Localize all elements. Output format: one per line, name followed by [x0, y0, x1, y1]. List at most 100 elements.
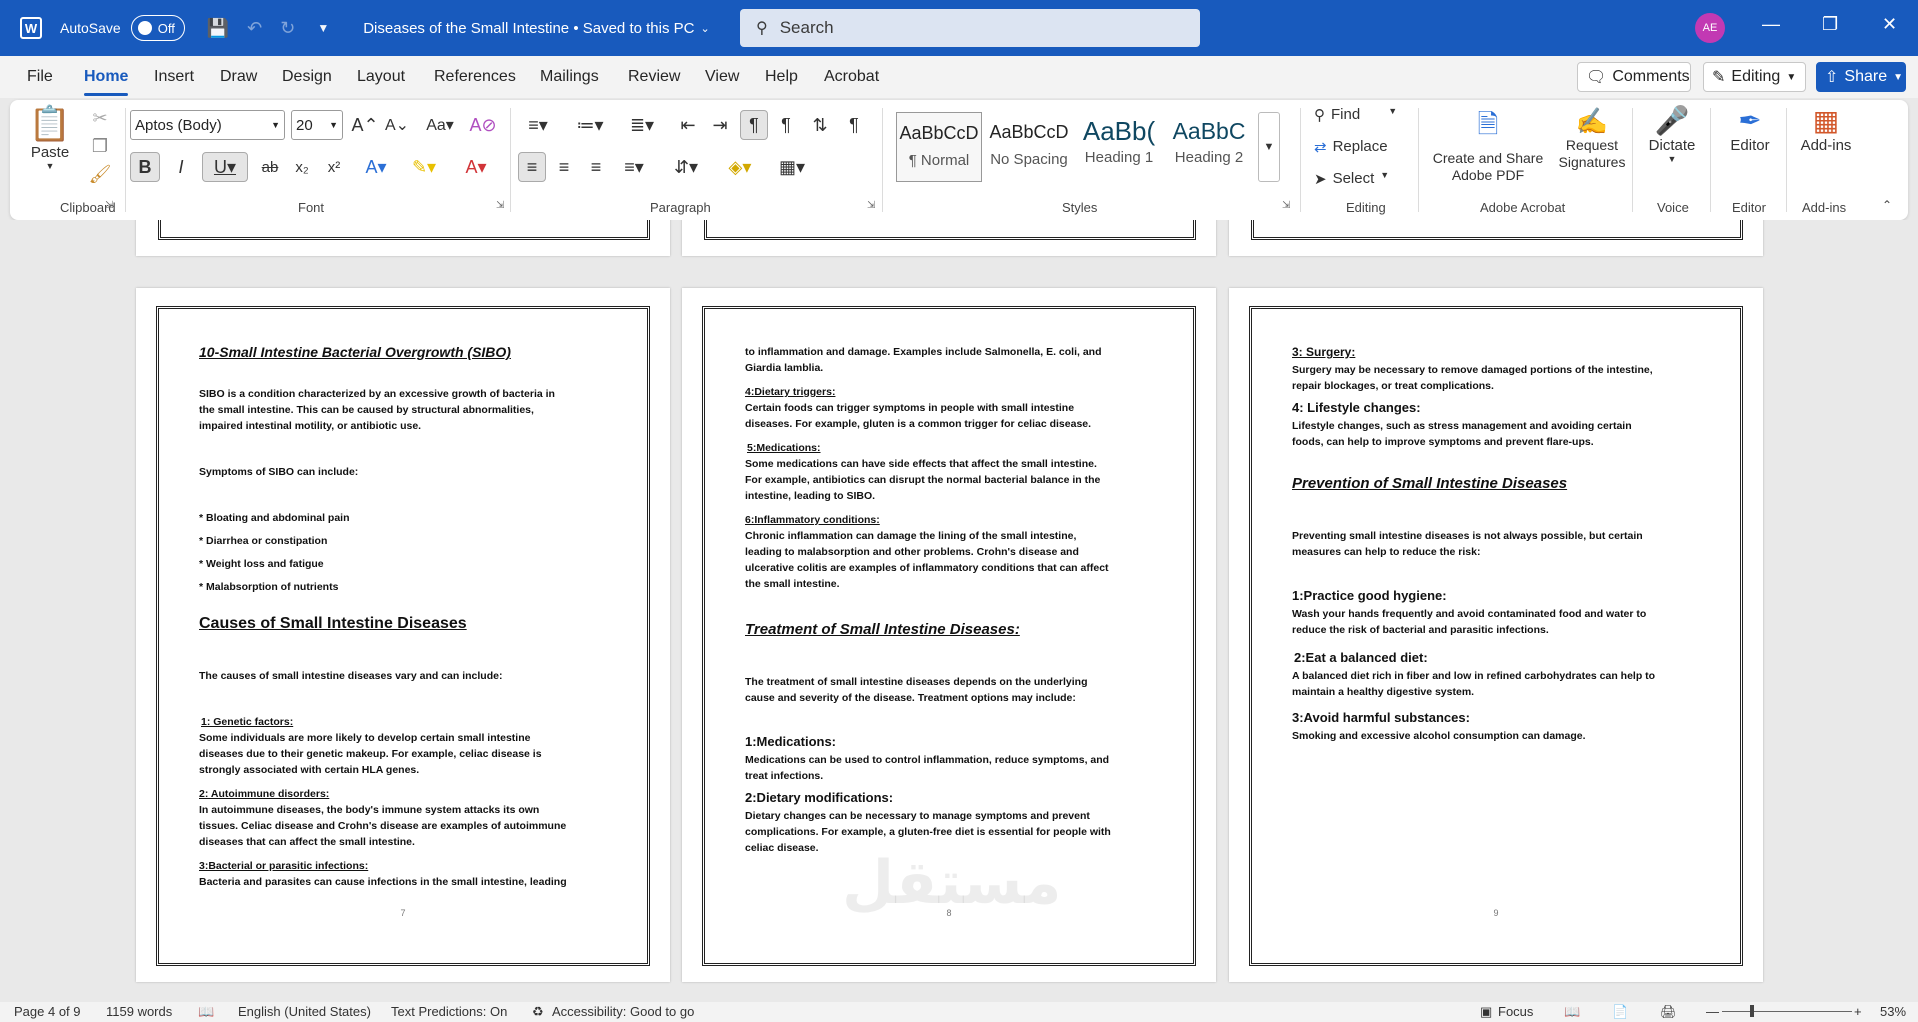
- style-heading-2[interactable]: AaBbC Heading 2: [1166, 112, 1252, 182]
- page-5-tail: 5: [682, 220, 1216, 256]
- zoom-slider-thumb[interactable]: [1750, 1005, 1754, 1017]
- grow-font-icon[interactable]: A⌃: [351, 110, 378, 140]
- tab-design[interactable]: Design: [282, 68, 332, 86]
- numbering-icon[interactable]: ≔▾: [570, 110, 610, 140]
- editor-button[interactable]: ✒ Editor: [1720, 104, 1780, 154]
- tab-mailings[interactable]: Mailings: [540, 68, 599, 86]
- line-spacing-icon[interactable]: ⇵▾: [666, 152, 706, 182]
- justify-icon[interactable]: ≡▾: [614, 152, 654, 182]
- bold-icon[interactable]: B: [130, 152, 160, 182]
- style-normal[interactable]: AaBbCcD ¶ Normal: [896, 112, 982, 182]
- accessibility-status[interactable]: Accessibility: Good to go: [552, 1004, 694, 1019]
- dialog-launcher-icon[interactable]: ⇲: [867, 200, 875, 211]
- word-count[interactable]: 1159 words: [106, 1004, 172, 1019]
- zoom-slider[interactable]: [1722, 1011, 1852, 1012]
- text-predictions[interactable]: Text Predictions: On: [391, 1004, 507, 1019]
- tab-layout[interactable]: Layout: [357, 68, 405, 86]
- tab-home[interactable]: Home: [84, 68, 129, 96]
- font-name-select[interactable]: Aptos (Body) ▼: [130, 110, 285, 140]
- superscript-icon[interactable]: x²: [320, 152, 348, 182]
- tab-file[interactable]: File: [27, 68, 53, 86]
- customize-toolbar-icon[interactable]: ▼: [317, 21, 329, 35]
- format-painter-icon[interactable]: 🖌: [88, 162, 112, 186]
- page-4-tail: 4: [136, 220, 670, 256]
- shrink-font-icon[interactable]: A⌄: [384, 110, 410, 140]
- bullets-icon[interactable]: ≡▾: [518, 110, 558, 140]
- tab-insert[interactable]: Insert: [154, 68, 194, 86]
- replace-button[interactable]: ⇄ Replace: [1314, 138, 1388, 156]
- minimize-icon[interactable]: —: [1762, 14, 1780, 35]
- proofing-icon[interactable]: 📖: [198, 1004, 214, 1020]
- clear-formatting-icon[interactable]: A⊘: [468, 110, 498, 140]
- rtl-icon[interactable]: ¶: [772, 110, 800, 140]
- highlight-icon[interactable]: ✎▾: [404, 152, 444, 182]
- styles-gallery-more-icon[interactable]: ▼: [1258, 112, 1280, 182]
- dialog-launcher-icon[interactable]: ⇲: [1282, 200, 1290, 211]
- create-share-pdf-button[interactable]: 🗎 Create and Share Adobe PDF: [1428, 106, 1548, 184]
- shading-icon[interactable]: ◈▾: [720, 152, 760, 182]
- tab-draw[interactable]: Draw: [220, 68, 257, 86]
- copy-icon[interactable]: ❐: [88, 134, 112, 158]
- document-canvas[interactable]: 4 5 6 10-Small Intestine Bacterial Overg…: [0, 220, 1918, 1002]
- italic-icon[interactable]: I: [166, 152, 196, 182]
- dialog-launcher-icon[interactable]: ⇲: [105, 200, 113, 211]
- collapse-ribbon-icon[interactable]: ⌃: [1882, 198, 1892, 212]
- borders-icon[interactable]: ▦▾: [772, 152, 812, 182]
- editing-mode-button[interactable]: ✎ Editing ▼: [1703, 62, 1806, 92]
- style-no-spacing[interactable]: AaBbCcD No Spacing: [986, 112, 1072, 182]
- page-indicator[interactable]: Page 4 of 9: [14, 1004, 81, 1019]
- redo-icon[interactable]: ↻: [280, 18, 295, 39]
- autosave-toggle[interactable]: Off: [130, 15, 185, 41]
- divider: [882, 108, 883, 212]
- decrease-indent-icon[interactable]: ⇤: [674, 110, 702, 140]
- search-box[interactable]: ⚲ Search: [740, 9, 1200, 47]
- zoom-in-icon[interactable]: +: [1854, 1004, 1862, 1019]
- read-mode-icon[interactable]: 📖: [1564, 1004, 1580, 1020]
- tab-help[interactable]: Help: [765, 68, 798, 86]
- tab-review[interactable]: Review: [628, 68, 680, 86]
- paste-button[interactable]: 📋 Paste ▼: [26, 104, 74, 171]
- strikethrough-icon[interactable]: ab: [256, 152, 284, 182]
- dictate-button[interactable]: 🎤 Dictate ▼: [1642, 104, 1702, 164]
- style-heading-1[interactable]: AaBb( Heading 1: [1076, 112, 1162, 182]
- underline-icon[interactable]: U▾: [202, 152, 248, 182]
- show-marks-icon[interactable]: ¶: [840, 110, 868, 140]
- request-signatures-button[interactable]: ✍ Request Signatures: [1554, 106, 1630, 171]
- inflam-line-1: Chronic inflammation can damage the lini…: [745, 530, 1077, 542]
- multilevel-list-icon[interactable]: ≣▾: [622, 110, 662, 140]
- undo-icon[interactable]: ↶: [247, 18, 262, 39]
- cut-icon[interactable]: ✂: [88, 106, 112, 130]
- language[interactable]: English (United States): [238, 1004, 371, 1019]
- subscript-icon[interactable]: x₂: [288, 152, 316, 182]
- align-center-icon[interactable]: ≡: [550, 152, 578, 182]
- avatar[interactable]: AE: [1695, 13, 1725, 43]
- align-right-icon[interactable]: ≡: [582, 152, 610, 182]
- chevron-down-icon: ▼: [1893, 71, 1904, 83]
- zoom-out-icon[interactable]: —: [1706, 1004, 1719, 1019]
- font-size-select[interactable]: 20 ▼: [291, 110, 343, 140]
- print-layout-icon[interactable]: 📄: [1612, 1004, 1628, 1020]
- zoom-level[interactable]: 53%: [1880, 1004, 1906, 1019]
- document-title[interactable]: Diseases of the Small Intestine • Saved …: [363, 20, 709, 37]
- change-case-icon[interactable]: Aa▾: [420, 110, 460, 140]
- find-button[interactable]: ⚲ Find ▼: [1314, 106, 1397, 124]
- focus-button[interactable]: Focus: [1498, 1004, 1533, 1019]
- close-icon[interactable]: ✕: [1882, 14, 1897, 35]
- comments-button[interactable]: 🗨 Comments: [1577, 62, 1691, 92]
- dialog-launcher-icon[interactable]: ⇲: [496, 200, 504, 211]
- save-icon[interactable]: 💾: [207, 18, 229, 39]
- align-left-icon[interactable]: ≡: [518, 152, 546, 182]
- text-effects-icon[interactable]: A▾: [356, 152, 396, 182]
- select-button[interactable]: ➤ Select ▼: [1314, 170, 1389, 188]
- ltr-icon[interactable]: ¶: [740, 110, 768, 140]
- restore-icon[interactable]: ❐: [1822, 14, 1838, 35]
- tab-acrobat[interactable]: Acrobat: [824, 68, 879, 86]
- tab-view[interactable]: View: [705, 68, 739, 86]
- web-layout-icon[interactable]: 🖨: [1660, 1004, 1677, 1020]
- addins-button[interactable]: ▦ Add-ins: [1794, 104, 1858, 154]
- share-button[interactable]: ⇧ Share ▼: [1816, 62, 1906, 92]
- sort-icon[interactable]: ⇅: [806, 110, 834, 140]
- font-color-icon[interactable]: A▾: [456, 152, 496, 182]
- tab-references[interactable]: References: [434, 68, 516, 86]
- increase-indent-icon[interactable]: ⇥: [706, 110, 734, 140]
